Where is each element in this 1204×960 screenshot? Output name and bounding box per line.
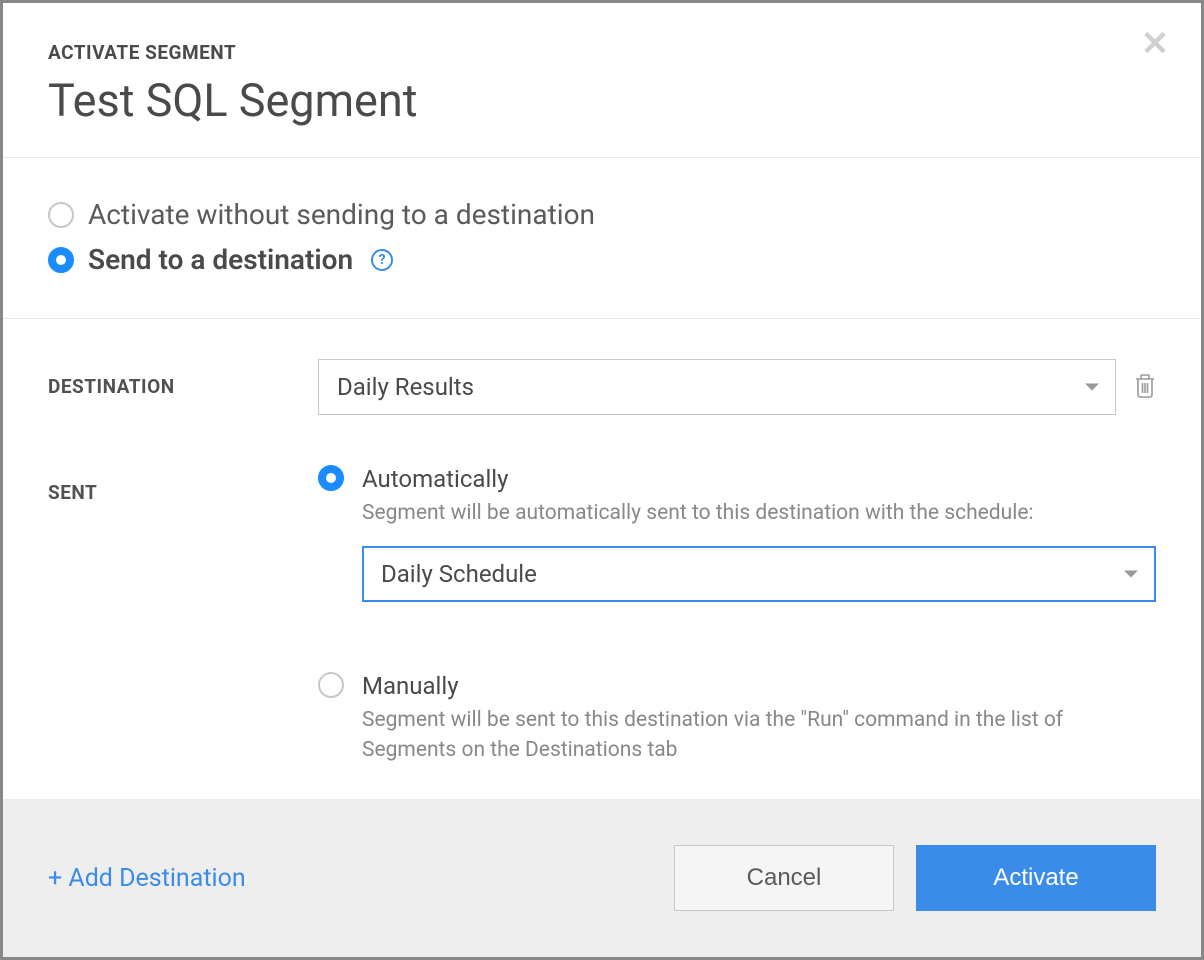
add-destination-button[interactable]: + Add Destination <box>48 864 246 893</box>
sent-option-automatically: Automatically Segment will be automatica… <box>318 465 1156 602</box>
radio-icon <box>48 202 74 228</box>
activation-mode-section: Activate without sending to a destinatio… <box>3 158 1201 319</box>
sent-auto-content: Automatically Segment will be automatica… <box>362 465 1156 602</box>
modal-header: ACTIVATE SEGMENT Test SQL Segment ✕ <box>3 3 1201 158</box>
close-icon: ✕ <box>1141 27 1170 61</box>
radio-label: Activate without sending to a destinatio… <box>88 198 595 231</box>
sent-label: SENT <box>48 465 318 504</box>
modal-eyebrow: ACTIVATE SEGMENT <box>48 41 1156 64</box>
schedule-select[interactable]: Daily Schedule <box>362 546 1156 602</box>
chevron-down-icon <box>1124 571 1138 578</box>
destination-form-section: DESTINATION Daily Results <box>3 319 1201 799</box>
sent-manual-description: Segment will be sent to this destination… <box>362 706 1156 765</box>
chevron-down-icon <box>1085 384 1099 391</box>
destination-select-value: Daily Results <box>337 373 474 401</box>
activate-segment-modal: ACTIVATE SEGMENT Test SQL Segment ✕ Acti… <box>0 0 1204 960</box>
sent-options: Automatically Segment will be automatica… <box>318 465 1156 783</box>
destination-control: Daily Results <box>318 359 1156 415</box>
sent-option-manually: Manually Segment will be sent to this de… <box>318 672 1156 783</box>
add-destination-label: + Add Destination <box>48 864 246 893</box>
radio-icon <box>48 247 74 273</box>
radio-icon <box>318 672 344 698</box>
footer-actions: Cancel Activate <box>674 845 1156 911</box>
modal-body: Activate without sending to a destinatio… <box>3 158 1201 799</box>
activate-label: Activate <box>993 864 1078 892</box>
help-icon[interactable]: ? <box>371 249 393 271</box>
cancel-label: Cancel <box>747 864 822 892</box>
delete-destination-button[interactable] <box>1134 359 1156 403</box>
trash-icon <box>1134 373 1156 399</box>
sent-manual-title: Manually <box>362 672 1156 700</box>
activate-button[interactable]: Activate <box>916 845 1156 911</box>
close-button[interactable]: ✕ <box>1139 28 1171 60</box>
modal-footer: + Add Destination Cancel Activate <box>3 799 1201 957</box>
destination-label: DESTINATION <box>48 359 318 398</box>
radio-activate-without-destination[interactable]: Activate without sending to a destinatio… <box>48 198 1156 231</box>
sent-auto-description: Segment will be automatically sent to th… <box>362 499 1156 528</box>
destination-select[interactable]: Daily Results <box>318 359 1116 415</box>
sent-row: SENT Automatically Segment will be autom… <box>48 465 1156 783</box>
modal-title: Test SQL Segment <box>48 74 1156 127</box>
radio-sent-automatically[interactable]: Automatically Segment will be automatica… <box>318 465 1156 602</box>
radio-sent-manually[interactable]: Manually Segment will be sent to this de… <box>318 672 1156 783</box>
sent-auto-title: Automatically <box>362 465 1156 493</box>
radio-icon <box>318 465 344 491</box>
schedule-select-value: Daily Schedule <box>381 560 537 588</box>
radio-send-to-destination[interactable]: Send to a destination ? <box>48 243 1156 276</box>
sent-manual-content: Manually Segment will be sent to this de… <box>362 672 1156 783</box>
cancel-button[interactable]: Cancel <box>674 845 894 911</box>
destination-row: DESTINATION Daily Results <box>48 359 1156 415</box>
radio-label: Send to a destination <box>88 243 353 276</box>
